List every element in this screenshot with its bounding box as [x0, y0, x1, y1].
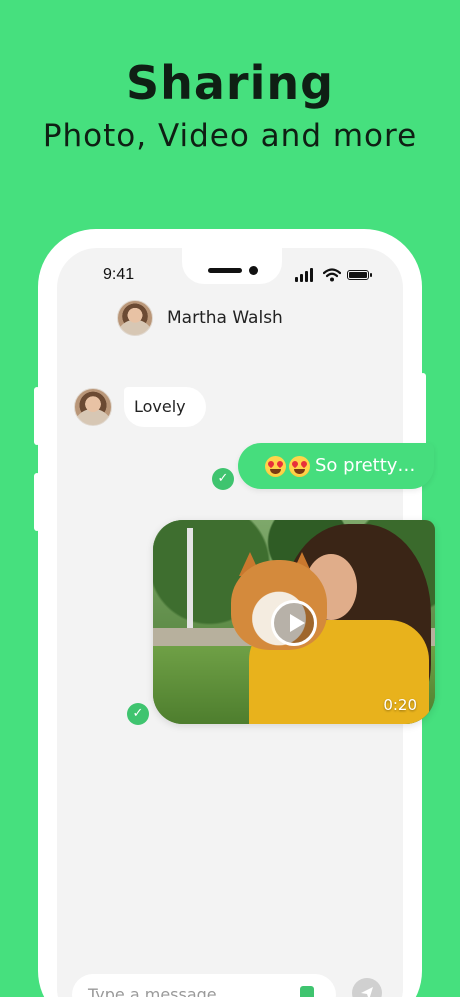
headline: Sharing — [125, 56, 335, 110]
video-message[interactable]: 0:20 — [153, 520, 435, 724]
outgoing-message-text: So pretty… — [315, 455, 416, 476]
camera — [249, 266, 258, 275]
sent-check-icon: ✓ — [212, 468, 234, 490]
contact-avatar[interactable] — [117, 300, 153, 336]
contact-name[interactable]: Martha Walsh — [167, 308, 283, 328]
incoming-message[interactable]: Lovely — [124, 387, 206, 427]
wifi-icon — [323, 268, 341, 282]
notch — [182, 248, 282, 284]
heart-eyes-emoji — [289, 456, 310, 477]
outgoing-message[interactable]: So pretty… — [238, 443, 434, 489]
subheadline: Photo, Video and more — [42, 118, 418, 154]
volume-up-button — [34, 387, 40, 445]
message-input[interactable]: Type a message… — [72, 974, 336, 997]
heart-eyes-emoji — [265, 456, 286, 477]
play-icon[interactable] — [271, 600, 317, 646]
message-avatar — [74, 388, 112, 426]
message-input-placeholder: Type a message… — [88, 985, 233, 997]
battery-tip — [370, 273, 372, 277]
volume-down-button — [34, 473, 40, 531]
battery-icon — [347, 270, 369, 280]
sent-check-icon: ✓ — [127, 703, 149, 725]
send-button[interactable] — [352, 978, 382, 997]
status-icons — [295, 266, 375, 282]
composer-bar: Type a message… — [57, 966, 403, 997]
speaker — [208, 268, 242, 273]
sticker-icon[interactable] — [300, 986, 314, 997]
status-time: 9:41 — [103, 266, 135, 283]
send-icon — [361, 987, 373, 997]
video-duration: 0:20 — [383, 696, 417, 714]
